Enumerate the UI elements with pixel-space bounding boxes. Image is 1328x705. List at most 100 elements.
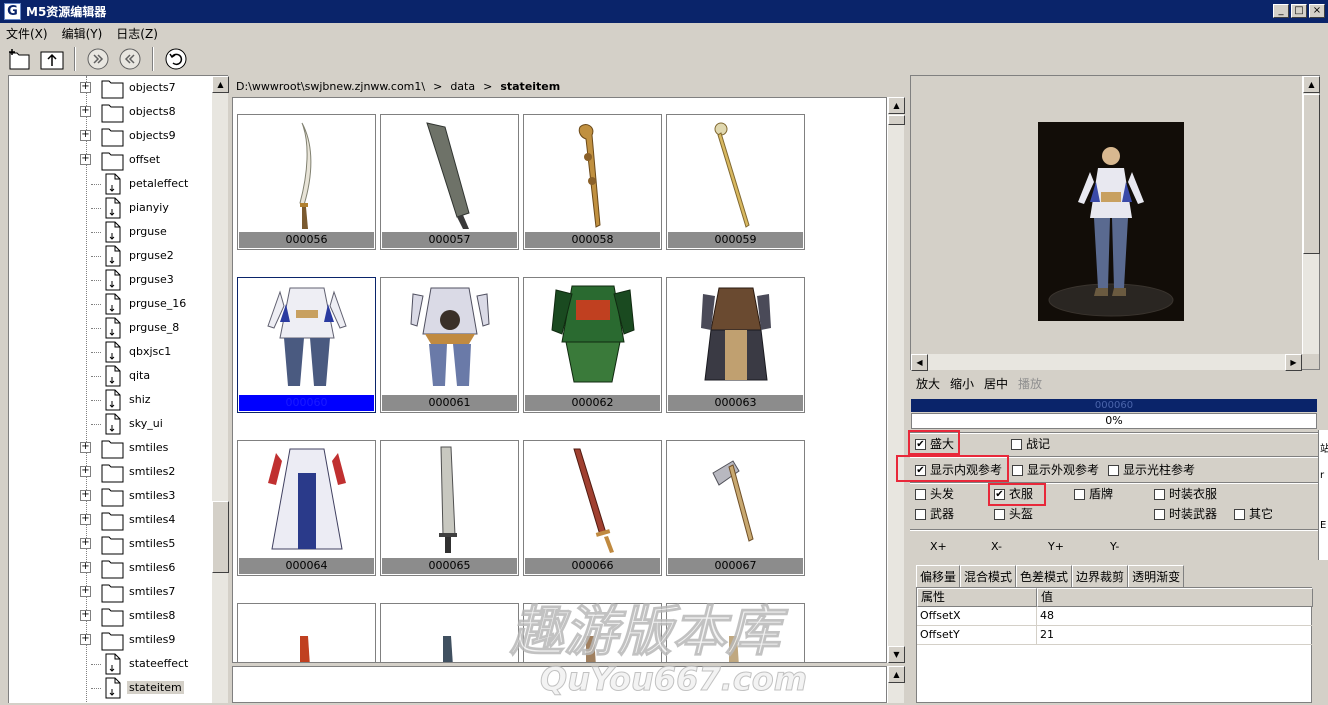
- tree-scrollbar[interactable]: ▲: [211, 76, 229, 703]
- thumbnail-cell[interactable]: 000058: [523, 114, 662, 250]
- scroll-up-button[interactable]: ▲: [1303, 76, 1320, 93]
- scroll-up-button[interactable]: ▲: [212, 76, 229, 93]
- tree-item[interactable]: + smtiles6: [9, 556, 214, 580]
- grid-scrollbar[interactable]: ▲ ▼: [887, 97, 905, 663]
- expand-toggle-icon[interactable]: +: [80, 154, 91, 165]
- checkbox-shield[interactable]: 盾牌: [1074, 485, 1113, 502]
- thumbnail-cell[interactable]: 000064: [237, 440, 376, 576]
- forward-button[interactable]: [84, 45, 112, 73]
- tree-item[interactable]: + objects8: [9, 100, 214, 124]
- tree-item[interactable]: qbxjsc1: [9, 340, 214, 364]
- scroll-up-button[interactable]: ▲: [888, 666, 905, 683]
- tab-border-clip[interactable]: 边界裁剪: [1072, 565, 1129, 588]
- back-button[interactable]: [116, 45, 144, 73]
- tree-item[interactable]: qita: [9, 364, 214, 388]
- thumbnail-cell[interactable]: 000065: [380, 440, 519, 576]
- refresh-button[interactable]: [162, 45, 190, 73]
- tree-item[interactable]: + smtiles4: [9, 508, 214, 532]
- expand-toggle-icon[interactable]: +: [80, 130, 91, 141]
- expand-toggle-icon[interactable]: +: [80, 562, 91, 573]
- checkbox-box[interactable]: [1074, 489, 1085, 500]
- thumbnail-cell[interactable]: [380, 603, 519, 662]
- thumbnail-cell[interactable]: [523, 603, 662, 662]
- scroll-thumb[interactable]: [888, 115, 905, 125]
- tree-item[interactable]: sky_ui: [9, 412, 214, 436]
- minimize-button[interactable]: _: [1273, 4, 1289, 18]
- expand-toggle-icon[interactable]: +: [80, 634, 91, 645]
- expand-toggle-icon[interactable]: +: [80, 82, 91, 93]
- tree-item[interactable]: + smtiles9: [9, 628, 214, 652]
- checkbox-helmet[interactable]: 头盔: [994, 505, 1033, 522]
- header-value[interactable]: 值: [1037, 588, 1313, 607]
- property-value[interactable]: 21: [1037, 626, 1313, 645]
- y-minus-button[interactable]: Y-: [1110, 540, 1119, 553]
- tree-item[interactable]: + offset: [9, 148, 214, 172]
- new-folder-button[interactable]: [6, 45, 34, 73]
- checkbox-box[interactable]: [915, 509, 926, 520]
- center-button[interactable]: 居中: [984, 375, 1008, 392]
- tree-item[interactable]: + smtiles8: [9, 604, 214, 628]
- scroll-up-button[interactable]: ▲: [888, 97, 905, 114]
- checkbox-weapon[interactable]: 武器: [915, 505, 954, 522]
- expand-toggle-icon[interactable]: +: [80, 538, 91, 549]
- preview-vscroll[interactable]: ▲: [1302, 76, 1320, 354]
- scroll-thumb[interactable]: [1303, 94, 1320, 254]
- up-folder-button[interactable]: [38, 45, 66, 73]
- tree-item[interactable]: prguse_8: [9, 316, 214, 340]
- thumbnail-cell[interactable]: 000057: [380, 114, 519, 250]
- thumbnail-cell[interactable]: 000061: [380, 277, 519, 413]
- checkbox-box[interactable]: [1012, 465, 1023, 476]
- checkbox-box[interactable]: [1154, 509, 1165, 520]
- tree-item[interactable]: prguse_16: [9, 292, 214, 316]
- property-value[interactable]: 48: [1037, 607, 1313, 626]
- checkbox-box[interactable]: [1234, 509, 1245, 520]
- expand-toggle-icon[interactable]: +: [80, 442, 91, 453]
- checkbox-box[interactable]: [915, 489, 926, 500]
- menu-edit[interactable]: 编辑(Y): [62, 25, 103, 42]
- thumbnail-cell[interactable]: 000056: [237, 114, 376, 250]
- expand-toggle-icon[interactable]: +: [80, 610, 91, 621]
- maximize-button[interactable]: □: [1291, 4, 1307, 18]
- x-plus-button[interactable]: X+: [930, 540, 947, 553]
- tab-alpha-gradient[interactable]: 透明渐变: [1128, 565, 1185, 588]
- menu-file[interactable]: 文件(X): [6, 25, 48, 42]
- log-scrollbar[interactable]: ▲: [887, 666, 905, 703]
- thumbnail-cell[interactable]: 000063: [666, 277, 805, 413]
- expand-toggle-icon[interactable]: +: [80, 106, 91, 117]
- checkbox-box[interactable]: [1154, 489, 1165, 500]
- thumbnail-cell[interactable]: [666, 603, 805, 662]
- tree-item[interactable]: shiz: [9, 388, 214, 412]
- scroll-thumb[interactable]: [212, 501, 229, 573]
- checkbox-fashion-weapon[interactable]: 时装武器: [1154, 505, 1217, 522]
- scroll-left-button[interactable]: ◀: [911, 354, 928, 371]
- x-minus-button[interactable]: X-: [991, 540, 1002, 553]
- checkbox-box[interactable]: [994, 509, 1005, 520]
- tree-item[interactable]: prguse3: [9, 268, 214, 292]
- tree-item[interactable]: prguse2: [9, 244, 214, 268]
- expand-toggle-icon[interactable]: +: [80, 586, 91, 597]
- tree-item[interactable]: + smtiles2: [9, 460, 214, 484]
- tree-item[interactable]: petaleffect: [9, 172, 214, 196]
- breadcrumb-data[interactable]: data: [450, 80, 475, 93]
- tree-item[interactable]: + objects7: [9, 76, 214, 100]
- table-row[interactable]: OffsetX 48: [917, 607, 1313, 626]
- table-row[interactable]: OffsetY 21: [917, 626, 1313, 645]
- tree-item[interactable]: prguse: [9, 220, 214, 244]
- breadcrumb-root[interactable]: D:\wwwroot\swjbnew.zjnww.com1\: [236, 80, 425, 93]
- close-button[interactable]: ×: [1309, 4, 1325, 18]
- preview-hscroll[interactable]: ◀ ▶: [911, 354, 1302, 371]
- checkbox-show-pillar[interactable]: 显示光柱参考: [1108, 461, 1195, 478]
- checkbox-show-outer[interactable]: 显示外观参考: [1012, 461, 1099, 478]
- tree-item[interactable]: stateitem: [9, 676, 214, 700]
- expand-toggle-icon[interactable]: +: [80, 490, 91, 501]
- thumbnail-cell[interactable]: 000066: [523, 440, 662, 576]
- checkbox-zhanji[interactable]: 战记: [1011, 435, 1050, 452]
- checkbox-box[interactable]: [1011, 439, 1022, 450]
- tree-item[interactable]: pianyiy: [9, 196, 214, 220]
- thumbnail-cell[interactable]: 000062: [523, 277, 662, 413]
- y-plus-button[interactable]: Y+: [1048, 540, 1064, 553]
- play-button[interactable]: 播放: [1018, 375, 1042, 392]
- zoom-out-button[interactable]: 缩小: [950, 375, 974, 392]
- tree-item[interactable]: + smtiles: [9, 436, 214, 460]
- checkbox-hair[interactable]: 头发: [915, 485, 954, 502]
